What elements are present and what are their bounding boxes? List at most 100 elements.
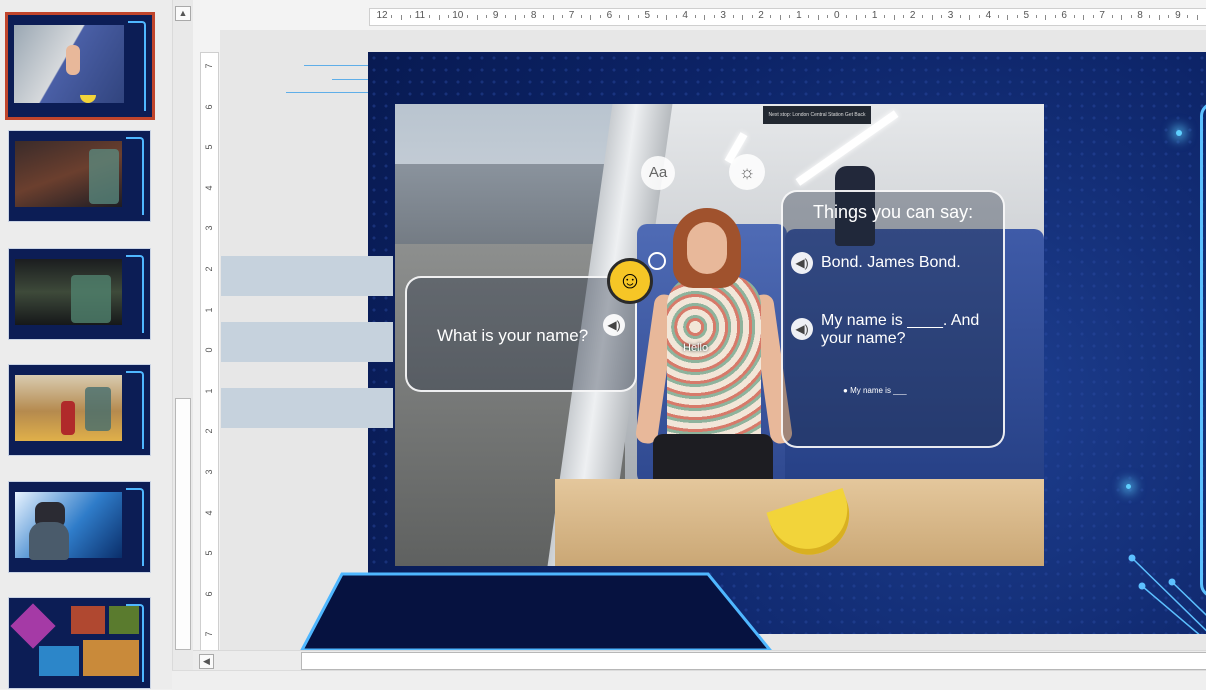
- slide-thumbnail-6[interactable]: [8, 597, 151, 689]
- speaker-icon[interactable]: ◀): [791, 318, 813, 340]
- option-1[interactable]: Bond. James Bond.: [821, 254, 961, 272]
- slide-thumbnail-3[interactable]: [8, 248, 151, 340]
- hint-text: ● My name is ___: [843, 386, 907, 395]
- circle-icon: [648, 252, 666, 270]
- ruler-label: 1: [204, 388, 214, 394]
- ruler-tick: [1007, 15, 1009, 20]
- scrollbar-thumb[interactable]: [175, 398, 191, 650]
- ruler-tick: [438, 15, 440, 20]
- ruler-tick: [675, 15, 677, 18]
- lightbulb-icon[interactable]: ☼: [729, 154, 765, 190]
- ruler-label: 1: [796, 10, 802, 21]
- ruler-label: 5: [204, 144, 214, 150]
- font-size-button[interactable]: Aa: [641, 156, 675, 190]
- ruler-label: 3: [204, 225, 214, 231]
- ruler-tick: [893, 15, 895, 20]
- ruler-tick: [1158, 15, 1160, 20]
- ruler-tick: [817, 15, 819, 20]
- option-2[interactable]: My name is ____. And your name?: [821, 312, 979, 348]
- ruler-tick: [429, 15, 431, 18]
- ruler-label: 10: [452, 10, 464, 21]
- ruler-label: 3: [947, 10, 954, 21]
- ruler-label: 4: [682, 10, 688, 21]
- ruler-tick: [599, 15, 601, 18]
- ruler-tick: [884, 15, 886, 18]
- ruler-tick: [1196, 15, 1198, 20]
- ruler-tick: [751, 15, 753, 18]
- ruler-tick: [628, 15, 630, 20]
- ruler-tick: [704, 15, 706, 20]
- ruler-tick: [969, 15, 971, 20]
- ruler-tick: [931, 15, 933, 20]
- ruler-tick: [1130, 15, 1132, 18]
- ruler-label: 6: [1061, 10, 1067, 21]
- decorative-lines: [1128, 554, 1206, 634]
- option-2-line1: My name is ____. And: [821, 312, 980, 329]
- canvas-horizontal-scrollbar[interactable]: ◀: [193, 650, 1206, 671]
- status-strip: [172, 670, 1206, 690]
- ruler-tick: [941, 15, 943, 18]
- ruler-label: 2: [204, 266, 214, 272]
- prompt-bubble[interactable]: What is your name? ◀): [405, 276, 637, 392]
- ruler-label: 9: [492, 10, 499, 21]
- panel-title: Things you can say:: [813, 202, 974, 222]
- vr-train-screenshot[interactable]: Next stop: London Central Station Get Ba…: [395, 104, 1044, 566]
- prompt-text: What is your name?: [437, 326, 589, 345]
- horizontal-ruler: 121110987654321012345678910: [193, 0, 1206, 30]
- hello-tag: Hello: [683, 342, 709, 354]
- ruler-tick: [467, 15, 469, 18]
- ruler-label: 8: [1137, 10, 1143, 21]
- ruler-tick: [1168, 15, 1170, 18]
- ruler-tick: [580, 15, 582, 18]
- speaker-icon[interactable]: ◀): [603, 314, 625, 336]
- ruler-label: 7: [1099, 10, 1105, 21]
- ruler-label: 3: [720, 10, 726, 21]
- ruler-tick: [1045, 15, 1047, 20]
- ruler-tick: [959, 15, 961, 18]
- ruler-tick: [448, 15, 450, 18]
- ruler-tick: [855, 15, 857, 20]
- ruler-tick: [827, 15, 829, 18]
- smiley-emoji-icon[interactable]: ☺: [607, 258, 653, 304]
- placeholder-bar[interactable]: [221, 322, 393, 362]
- scroll-left-icon[interactable]: ◀: [199, 654, 214, 669]
- ruler-label: 6: [606, 10, 613, 21]
- placeholder-bar[interactable]: [221, 256, 393, 296]
- ruler-tick: [552, 15, 554, 20]
- ruler-label: 5: [204, 550, 214, 556]
- ruler-tick: [978, 15, 980, 18]
- thumbnail-scrollbar[interactable]: ▲: [172, 0, 193, 689]
- title-tab-shape[interactable]: [300, 572, 772, 650]
- scrollbar-thumb[interactable]: [301, 652, 1206, 670]
- slide-thumbnail-1[interactable]: [5, 12, 155, 120]
- placeholder-bar[interactable]: [221, 388, 393, 428]
- ruler-label: 4: [204, 185, 214, 191]
- ruler-label: 8: [530, 10, 537, 21]
- ruler-label: 0: [204, 347, 214, 353]
- ruler-tick: [505, 15, 507, 18]
- ruler-tick: [656, 15, 658, 18]
- ruler-tick: [789, 15, 791, 18]
- ruler-label: 7: [204, 63, 214, 69]
- things-you-can-say-panel[interactable]: Things you can say: ◀) Bond. James Bond.…: [781, 190, 1005, 448]
- ruler-tick: [732, 15, 734, 18]
- ruler-tick: [590, 15, 592, 20]
- scroll-up-icon[interactable]: ▲: [175, 6, 191, 21]
- ruler-tick: [524, 15, 526, 18]
- ruler-tick: [779, 15, 781, 20]
- ruler-label: 7: [568, 10, 575, 21]
- slide-frame-border: [1200, 102, 1206, 598]
- ruler-tick: [562, 15, 564, 18]
- ruler-tick: [400, 15, 402, 20]
- ruler-label: 2: [204, 428, 214, 434]
- ruler-tick: [637, 15, 639, 18]
- ruler-label: 12: [376, 10, 388, 21]
- slide-thumbnail-4[interactable]: [8, 364, 151, 456]
- slide-thumbnail-2[interactable]: [8, 130, 151, 222]
- slide-thumbnail-5[interactable]: [8, 481, 151, 573]
- station-sign: Next stop: London Central Station Get Ba…: [763, 106, 871, 124]
- speaker-icon[interactable]: ◀): [791, 252, 813, 274]
- ruler-tick: [1016, 15, 1018, 18]
- ruler-tick: [486, 15, 488, 18]
- ruler-label: 2: [909, 10, 916, 21]
